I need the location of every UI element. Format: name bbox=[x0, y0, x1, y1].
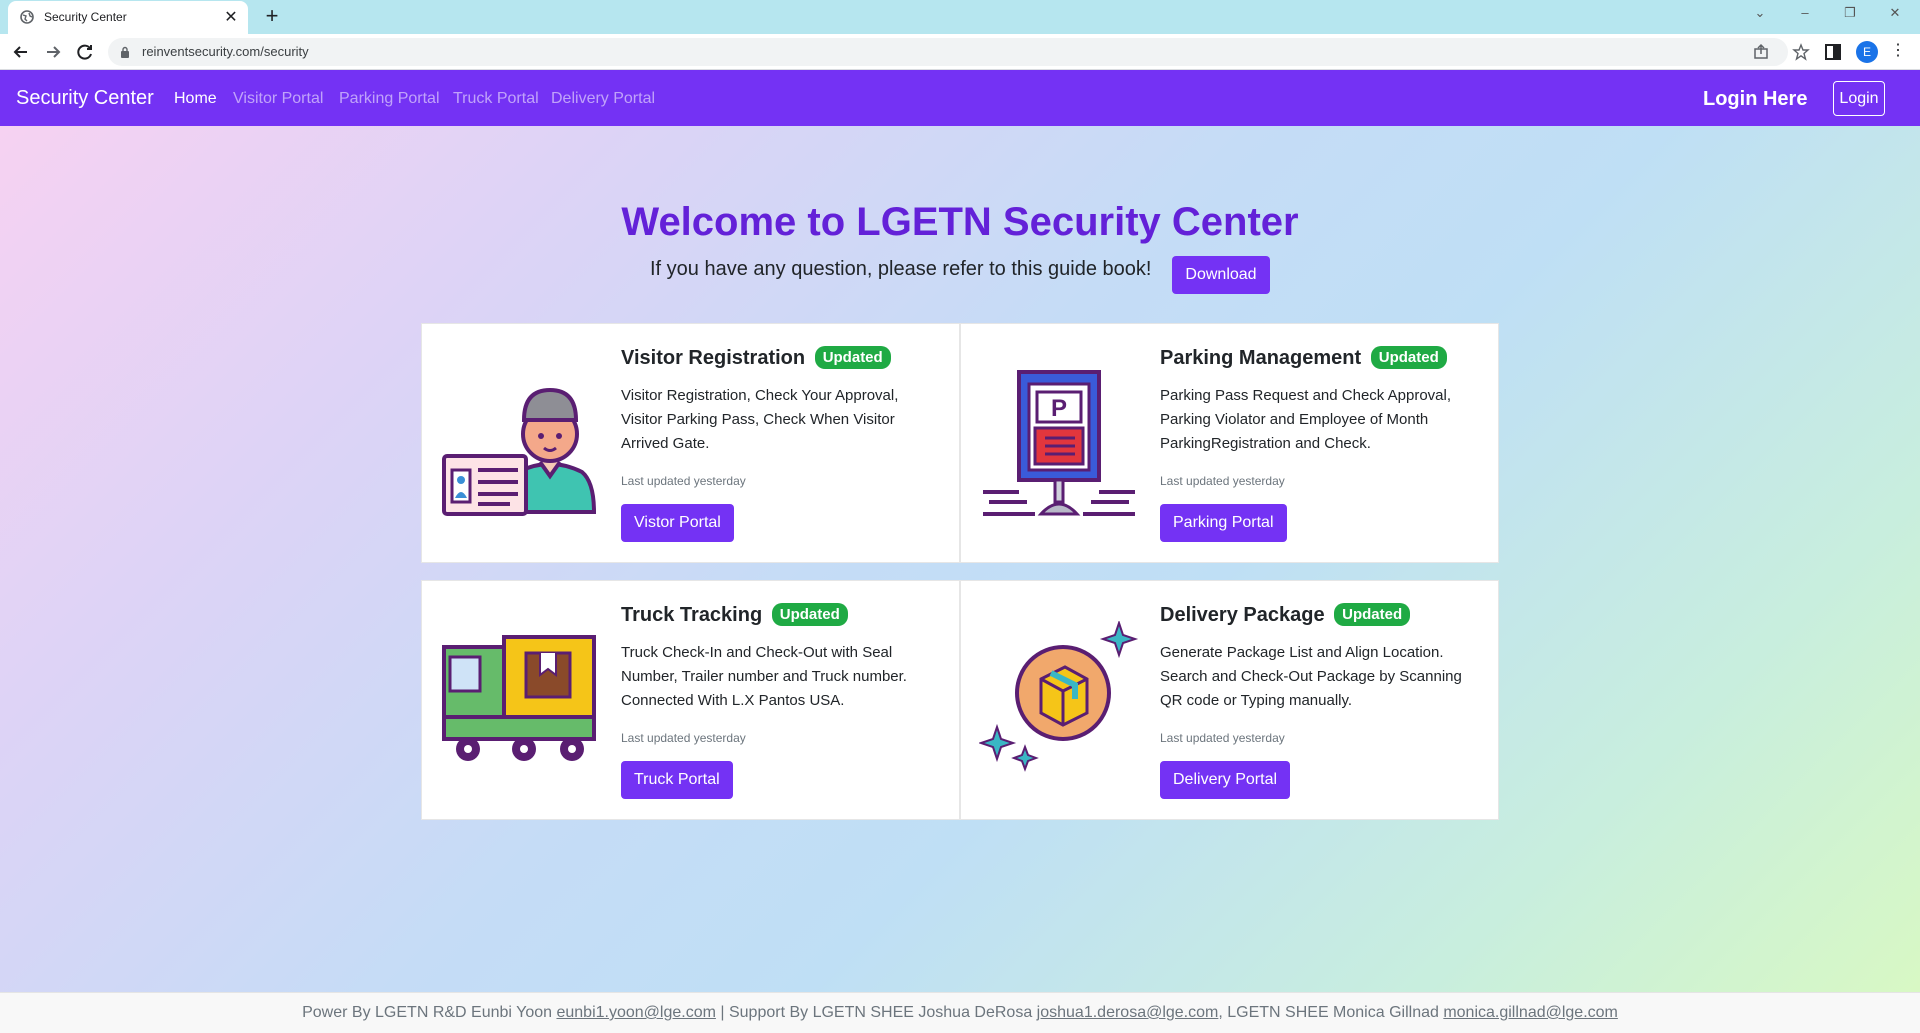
card-description: Generate Package List and Align Location… bbox=[1160, 644, 1462, 709]
browser-tab[interactable]: Security Center ✕ bbox=[8, 1, 248, 34]
close-tab-icon[interactable]: ✕ bbox=[222, 7, 240, 27]
bookmark-star-icon[interactable] bbox=[1792, 43, 1810, 61]
parking-portal-button[interactable]: Parking Portal bbox=[1160, 504, 1287, 542]
app-navbar: Security Center Home Visitor Portal Park… bbox=[0, 70, 1920, 126]
page-title: Welcome to LGETN Security Center bbox=[621, 200, 1299, 244]
footer-email-link[interactable]: monica.gillnad@lge.com bbox=[1443, 1004, 1618, 1021]
back-icon[interactable] bbox=[10, 41, 32, 63]
tab-search-icon[interactable]: ⌄ bbox=[1750, 5, 1770, 21]
new-tab-button[interactable]: + bbox=[260, 3, 284, 29]
side-panel-icon[interactable] bbox=[1823, 42, 1843, 62]
card-title: Visitor Registration Updated bbox=[621, 346, 891, 370]
visitor-portal-button[interactable]: Vistor Portal bbox=[621, 504, 734, 542]
browser-menu-icon[interactable]: ⋮ bbox=[1890, 40, 1906, 62]
restore-icon[interactable]: ❐ bbox=[1840, 5, 1860, 21]
url-text: reinventsecurity.com/security bbox=[142, 44, 309, 59]
minimize-icon[interactable]: – bbox=[1795, 5, 1815, 20]
login-button[interactable]: Login bbox=[1833, 81, 1885, 116]
card-title-text: Visitor Registration bbox=[621, 347, 806, 369]
last-updated-text: Last updated yesterday bbox=[621, 474, 746, 488]
last-updated-text: Last updated yesterday bbox=[621, 731, 746, 745]
nav-link-parking-portal[interactable]: Parking Portal bbox=[339, 90, 440, 108]
card-title-text: Truck Tracking bbox=[621, 604, 763, 626]
card-delivery-package: Delivery Package Updated Generate Packag… bbox=[960, 580, 1499, 820]
browser-tabstrip: Security Center ✕ + ⌄ – ❐ ✕ bbox=[0, 0, 1920, 34]
nav-link-home[interactable]: Home bbox=[174, 90, 217, 108]
login-here-text: Login Here bbox=[1703, 88, 1808, 110]
updated-badge: Updated bbox=[771, 603, 848, 626]
delivery-portal-button[interactable]: Delivery Portal bbox=[1160, 761, 1291, 799]
package-icon bbox=[979, 621, 1139, 772]
card-description: Parking Pass Request and Check Approval,… bbox=[1160, 387, 1451, 452]
card-title-text: Parking Management bbox=[1160, 347, 1362, 369]
share-icon[interactable] bbox=[1752, 43, 1770, 61]
forward-icon[interactable] bbox=[42, 41, 64, 63]
footer-credit-text: Power By LGETN R&D Eunbi Yoon bbox=[302, 1004, 557, 1021]
nav-link-delivery-portal[interactable]: Delivery Portal bbox=[551, 90, 655, 108]
card-title: Parking Management Updated bbox=[1160, 346, 1447, 370]
nav-link-truck-portal[interactable]: Truck Portal bbox=[453, 90, 539, 108]
lock-icon bbox=[121, 46, 129, 58]
profile-avatar[interactable]: E bbox=[1856, 41, 1878, 63]
footer-support-text: , LGETN SHEE Monica Gillnad bbox=[1218, 1004, 1444, 1021]
footer-email-link[interactable]: joshua1.derosa@lge.com bbox=[1037, 1004, 1219, 1021]
card-title-text: Delivery Package bbox=[1160, 604, 1325, 626]
close-window-icon[interactable]: ✕ bbox=[1885, 5, 1905, 21]
card-description: Visitor Registration, Check Your Approva… bbox=[621, 387, 899, 452]
guide-text: If you have any question, please refer t… bbox=[650, 258, 1152, 280]
last-updated-text: Last updated yesterday bbox=[1160, 474, 1285, 488]
reload-icon[interactable] bbox=[74, 41, 96, 63]
globe-icon bbox=[20, 10, 34, 24]
card-parking-management: P Parking Management Updated Parking Pas… bbox=[960, 323, 1499, 563]
updated-badge: Updated bbox=[1334, 603, 1411, 626]
address-bar[interactable]: reinventsecurity.com/security bbox=[108, 38, 1810, 66]
card-visitor-registration: Visitor Registration Updated Visitor Reg… bbox=[421, 323, 960, 563]
main-content: Welcome to LGETN Security Center If you … bbox=[0, 126, 1920, 992]
card-title: Delivery Package Updated bbox=[1160, 603, 1411, 627]
navbar-brand[interactable]: Security Center bbox=[16, 87, 154, 110]
visitor-id-icon bbox=[442, 387, 597, 516]
page-footer: Power By LGETN R&D Eunbi Yoon eunbi1.yoo… bbox=[0, 992, 1920, 1033]
footer-support-text: | Support By LGETN SHEE Joshua DeRosa bbox=[715, 1004, 1037, 1021]
updated-badge: Updated bbox=[814, 346, 891, 369]
truck-icon bbox=[442, 635, 596, 761]
parking-sign-icon: P bbox=[983, 370, 1135, 516]
card-truck-tracking: Truck Tracking Updated Truck Check-In an… bbox=[421, 580, 960, 820]
nav-link-visitor-portal[interactable]: Visitor Portal bbox=[233, 90, 323, 108]
card-title: Truck Tracking Updated bbox=[621, 603, 848, 627]
tab-title: Security Center bbox=[44, 10, 127, 24]
card-description: Truck Check-In and Check-Out with Seal N… bbox=[621, 644, 907, 709]
footer-email-link[interactable]: eunbi1.yoon@lge.com bbox=[556, 1004, 715, 1021]
last-updated-text: Last updated yesterday bbox=[1160, 731, 1285, 745]
updated-badge: Updated bbox=[1370, 346, 1447, 369]
truck-portal-button[interactable]: Truck Portal bbox=[621, 761, 733, 799]
svg-text:P: P bbox=[1051, 395, 1067, 422]
download-button[interactable]: Download bbox=[1172, 256, 1270, 294]
browser-toolbar: reinventsecurity.com/security bbox=[0, 34, 1920, 70]
